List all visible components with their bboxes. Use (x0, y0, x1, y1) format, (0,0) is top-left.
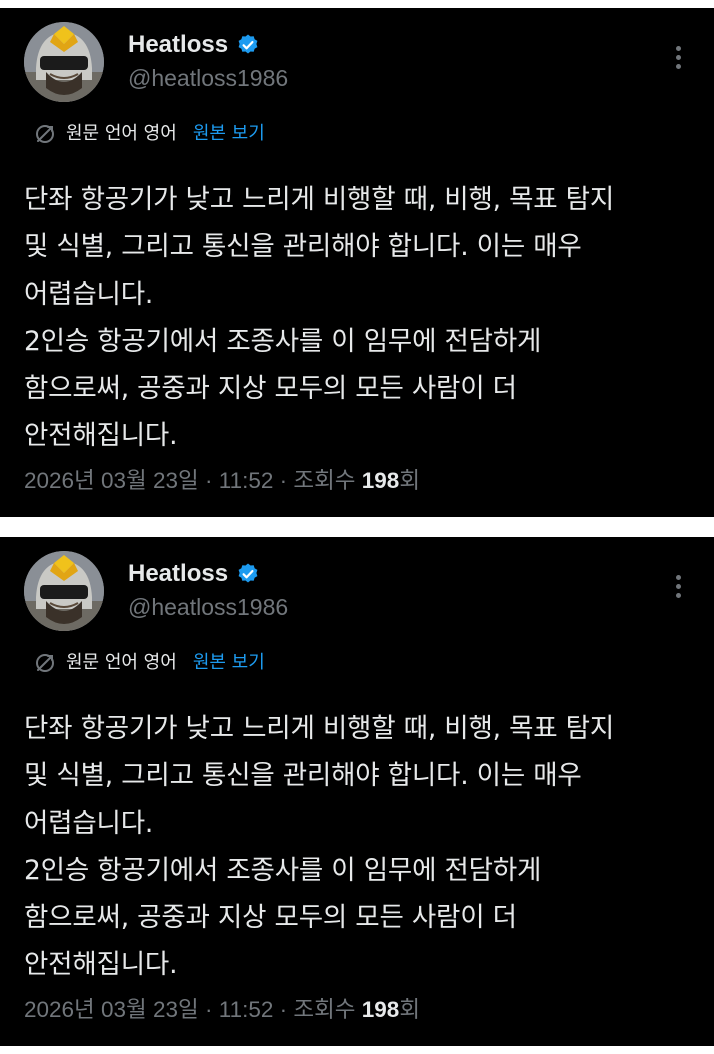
more-options-icon[interactable] (670, 46, 686, 76)
translation-label: 원문 언어 영어 (66, 652, 177, 673)
verified-badge-icon[interactable] (236, 33, 260, 57)
verified-badge-icon[interactable] (236, 562, 260, 586)
meta-separator: · (279, 468, 294, 493)
post-time[interactable]: 11:52 (219, 997, 274, 1022)
post-card[interactable]: Heatloss @heatloss1986 원문 언어 영어 원본 보기 단좌… (0, 537, 714, 1046)
views-suffix: 회 (399, 468, 421, 493)
views-label: 조회수 (293, 468, 356, 493)
translate-icon (36, 654, 54, 672)
show-original-link[interactable]: 원본 보기 (193, 650, 265, 676)
post-meta: 2026년 03월 23일 · 11:52 · 조회수 198회 (24, 995, 420, 1025)
translation-label: 원문 언어 영어 (66, 123, 177, 144)
meta-separator: · (204, 997, 219, 1022)
avatar[interactable] (24, 551, 104, 631)
author-display-name[interactable]: Heatloss (128, 30, 228, 60)
post-meta: 2026년 03월 23일 · 11:52 · 조회수 198회 (24, 466, 420, 496)
author-display-name[interactable]: Heatloss (128, 559, 228, 589)
author-name-row: Heatloss (128, 30, 260, 60)
more-options-icon[interactable] (670, 575, 686, 605)
meta-separator: · (279, 997, 294, 1022)
author-handle[interactable]: @heatloss1986 (128, 63, 288, 93)
post-time[interactable]: 11:52 (219, 468, 274, 493)
avatar[interactable] (24, 22, 104, 102)
post-card[interactable]: Heatloss @heatloss1986 원문 언어 영어 원본 보기 단좌… (0, 8, 714, 517)
views-count[interactable]: 198 (362, 468, 400, 493)
views-label: 조회수 (293, 997, 356, 1022)
post-date[interactable]: 2026년 03월 23일 (24, 997, 199, 1022)
views-suffix: 회 (399, 997, 421, 1022)
post-text: 단좌 항공기가 낮고 느리게 비행할 때, 비행, 목표 탐지 및 식별, 그리… (24, 184, 615, 452)
translation-bar: 원문 언어 영어 원본 보기 (34, 121, 265, 147)
post-text: 단좌 항공기가 낮고 느리게 비행할 때, 비행, 목표 탐지 및 식별, 그리… (24, 713, 615, 981)
views-count[interactable]: 198 (362, 997, 400, 1022)
author-name-row: Heatloss (128, 559, 260, 589)
post-date[interactable]: 2026년 03월 23일 (24, 468, 199, 493)
translation-bar: 원문 언어 영어 원본 보기 (34, 650, 265, 676)
translate-icon (36, 125, 54, 143)
author-handle[interactable]: @heatloss1986 (128, 592, 288, 622)
meta-separator: · (204, 468, 219, 493)
show-original-link[interactable]: 원본 보기 (193, 121, 265, 147)
